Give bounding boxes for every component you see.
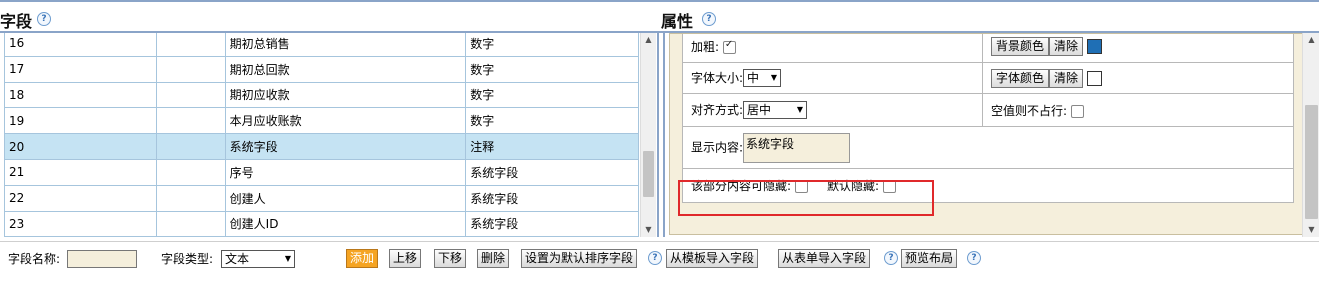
- empty-no-row-checkbox[interactable]: [1070, 104, 1084, 118]
- table-row[interactable]: 20 系统字段 注释: [4, 133, 639, 160]
- font-color-swatch[interactable]: [1087, 70, 1103, 86]
- empty-no-row-label: 空值则不占行:: [991, 103, 1068, 118]
- table-row[interactable]: 16 期初总销售 数字: [4, 33, 639, 57]
- set-default-sort-button[interactable]: 设置为默认排序字段: [521, 249, 638, 268]
- field-type-label: 字段类型:: [161, 252, 214, 266]
- row-type: 数字: [465, 107, 639, 135]
- row-name: 本月应收账款: [224, 107, 467, 135]
- move-down-button[interactable]: 下移: [434, 249, 467, 268]
- bold-checkbox[interactable]: [722, 39, 736, 54]
- align-label: 对齐方式:: [691, 102, 744, 117]
- row-num: 22: [4, 184, 157, 212]
- properties-table: 加粗: 背景颜色清除 字体大小:中▼ 字体颜色清除 对齐方式:居中▼: [682, 34, 1294, 203]
- row-empty-cell: [155, 184, 226, 212]
- import-from-form-button[interactable]: 从表单导入字段: [778, 249, 871, 268]
- help-icon[interactable]: ?: [648, 251, 662, 265]
- row-empty-cell: [155, 81, 226, 109]
- move-up-button[interactable]: 上移: [389, 249, 422, 268]
- row-empty-cell: [155, 133, 226, 160]
- help-icon[interactable]: ?: [884, 251, 898, 265]
- row-type: 注释: [465, 133, 639, 160]
- table-row[interactable]: 22 创建人 系统字段: [4, 184, 639, 212]
- table-row[interactable]: 19 本月应收账款 数字: [4, 107, 639, 135]
- row-name: 序号: [224, 158, 467, 186]
- scroll-up-icon[interactable]: ▲: [641, 33, 656, 47]
- help-icon[interactable]: ?: [967, 251, 981, 265]
- field-name-label: 字段名称:: [8, 252, 61, 266]
- field-table: 16 期初总销售 数字 17 期初总回款 数字 18 期初应收款 数字 19 本月应收账款 数字 20 系…: [4, 33, 639, 237]
- scrollbar-thumb[interactable]: [1305, 105, 1318, 219]
- row-name: 期初应收款: [224, 81, 467, 109]
- field-list-panel: 16 期初总销售 数字 17 期初总回款 数字 18 期初应收款 数字 19 本月应收账款 数字 20 系…: [0, 33, 659, 237]
- properties-header: 属性 ?: [657, 0, 1319, 33]
- field-name-input[interactable]: [67, 250, 137, 268]
- row-num: 19: [4, 107, 157, 135]
- row-num: 16: [4, 33, 157, 57]
- font-color-button[interactable]: 字体颜色: [991, 68, 1050, 88]
- properties-scrollbar[interactable]: ▲ ▼: [1302, 33, 1319, 237]
- bold-label: 加粗:: [691, 39, 720, 54]
- bottom-toolbar: 字段名称: 字段类型: 文本 ▼ 添加 上移 下移 删除 设置为默认排序字段 ? …: [0, 241, 1319, 281]
- bg-clear-button[interactable]: 清除: [1049, 36, 1084, 56]
- row-empty-cell: [155, 33, 226, 57]
- bg-color-swatch[interactable]: [1087, 38, 1103, 54]
- fields-help-icon[interactable]: ?: [37, 12, 51, 26]
- row-type: 系统字段: [465, 158, 639, 186]
- row-type: 数字: [465, 33, 639, 57]
- row-num: 21: [4, 158, 157, 186]
- font-size-label: 字体大小:: [691, 70, 744, 85]
- align-select[interactable]: 居中 ▼: [743, 101, 808, 120]
- font-size-select[interactable]: 中 ▼: [743, 69, 782, 88]
- row-type: 数字: [465, 55, 639, 83]
- scroll-down-icon[interactable]: ▼: [641, 223, 656, 237]
- scroll-up-icon[interactable]: ▲: [1303, 33, 1319, 47]
- table-row[interactable]: 21 序号 系统字段: [4, 158, 639, 186]
- row-name: 系统字段: [224, 133, 467, 160]
- row-empty-cell: [155, 158, 226, 186]
- row-name: 期初总销售: [224, 33, 467, 57]
- row-num: 23: [4, 210, 157, 237]
- properties-title: 属性: [661, 12, 694, 31]
- chevron-down-icon: ▼: [796, 105, 804, 115]
- row-empty-cell: [155, 107, 226, 135]
- preview-layout-button[interactable]: 预览布局: [901, 249, 958, 268]
- row-name: 创建人: [224, 184, 467, 212]
- row-type: 系统字段: [465, 210, 639, 237]
- table-row[interactable]: 23 创建人ID 系统字段: [4, 210, 639, 237]
- add-button[interactable]: 添加: [346, 249, 379, 268]
- import-from-template-button[interactable]: 从模板导入字段: [666, 249, 759, 268]
- font-clear-button[interactable]: 清除: [1049, 68, 1084, 88]
- row-type: 系统字段: [465, 184, 639, 212]
- display-content-label: 显示内容:: [691, 140, 744, 154]
- fields-header: 字段 ?: [0, 0, 657, 33]
- row-num: 17: [4, 55, 157, 83]
- row-empty-cell: [155, 55, 226, 83]
- highlight-box: [678, 180, 934, 216]
- row-num: 20: [4, 133, 157, 160]
- table-row[interactable]: 17 期初总回款 数字: [4, 55, 639, 83]
- field-type-select[interactable]: 文本 ▼: [221, 250, 295, 268]
- display-content-textarea[interactable]: 系统字段: [743, 132, 851, 163]
- row-type: 数字: [465, 81, 639, 109]
- scrollbar-thumb[interactable]: [643, 151, 654, 197]
- chevron-down-icon: ▼: [284, 254, 291, 263]
- chevron-down-icon: ▼: [770, 73, 778, 83]
- row-name: 创建人ID: [224, 210, 467, 237]
- delete-button[interactable]: 删除: [477, 249, 510, 268]
- bg-color-button[interactable]: 背景颜色: [991, 36, 1050, 56]
- fields-title: 字段: [0, 12, 33, 31]
- field-list-scrollbar[interactable]: ▲ ▼: [640, 33, 656, 237]
- row-empty-cell: [155, 210, 226, 237]
- scroll-down-icon[interactable]: ▼: [1303, 223, 1319, 237]
- row-name: 期初总回款: [224, 55, 467, 83]
- properties-help-icon[interactable]: ?: [702, 12, 716, 26]
- row-num: 18: [4, 81, 157, 109]
- table-row[interactable]: 18 期初应收款 数字: [4, 81, 639, 109]
